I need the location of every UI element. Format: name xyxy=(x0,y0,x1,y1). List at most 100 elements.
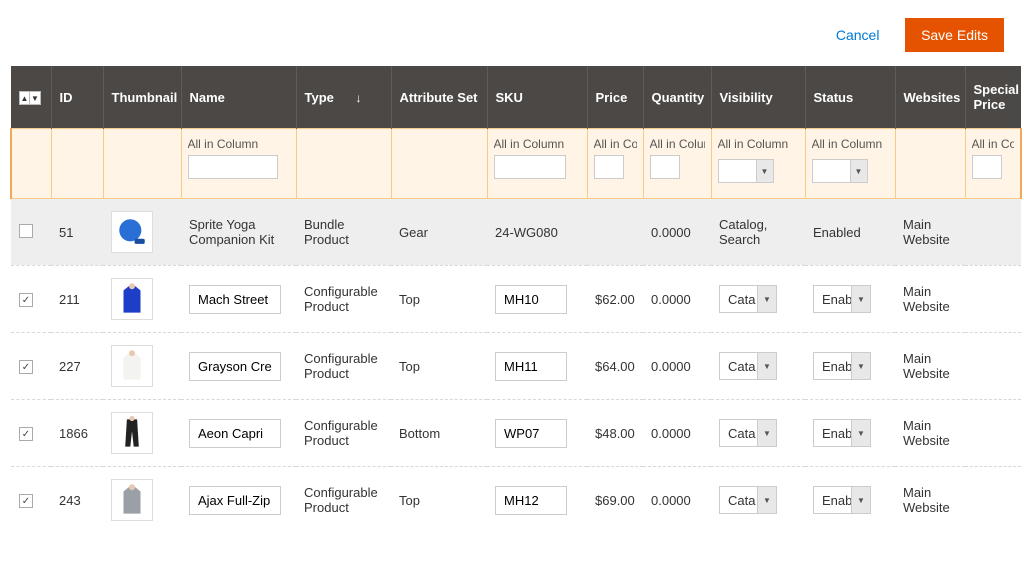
header-name[interactable]: Name xyxy=(181,66,296,129)
header-select-all[interactable]: ▲▼ xyxy=(11,66,51,129)
save-edits-button[interactable]: Save Edits xyxy=(905,18,1004,52)
status-select[interactable]: Enab▼ xyxy=(813,285,871,313)
cell-websites: Main Website xyxy=(895,199,965,266)
cell-quantity: 0.0000 xyxy=(643,400,711,467)
filter-special-price-input[interactable] xyxy=(972,155,1002,179)
visibility-select[interactable]: Cata▼ xyxy=(719,285,777,313)
filter-qty-input[interactable] xyxy=(650,155,680,179)
row-checkbox[interactable]: ✓ xyxy=(19,494,33,508)
cell-websites: Main Website xyxy=(895,333,965,400)
cell-visibility: Cata▼ xyxy=(711,266,805,333)
name-input[interactable] xyxy=(189,352,281,381)
header-visibility[interactable]: Visibility xyxy=(711,66,805,129)
filter-name-input[interactable] xyxy=(188,155,278,179)
visibility-select[interactable]: Cata▼ xyxy=(719,419,777,447)
visibility-select[interactable]: Cata▼ xyxy=(719,486,777,514)
table-row: ✓211Configurable ProductTop$62.000.0000C… xyxy=(11,266,1021,333)
cell-sku xyxy=(487,333,587,400)
name-input[interactable] xyxy=(189,486,281,515)
chevron-down-icon[interactable]: ▼ xyxy=(851,486,871,514)
row-checkbox[interactable]: ✓ xyxy=(19,427,33,441)
cell-status: Enab▼ xyxy=(805,333,895,400)
cell-name xyxy=(181,400,296,467)
sku-input[interactable] xyxy=(495,285,567,314)
chevron-down-icon[interactable]: ▼ xyxy=(851,419,871,447)
table-row: ✓243Configurable ProductTop$69.000.0000C… xyxy=(11,467,1021,534)
row-checkbox[interactable] xyxy=(19,224,33,238)
cell-price: $48.00 xyxy=(587,400,643,467)
filter-sku-input[interactable] xyxy=(494,155,566,179)
cell-price xyxy=(587,199,643,266)
chevron-down-icon[interactable]: ▼ xyxy=(757,285,777,313)
cell-special-price xyxy=(965,467,1021,534)
cell-type: Bundle Product xyxy=(296,199,391,266)
sku-input[interactable] xyxy=(495,352,567,381)
cell-attribute-set: Bottom xyxy=(391,400,487,467)
cell-attribute-set: Top xyxy=(391,333,487,400)
product-thumbnail[interactable] xyxy=(111,479,153,521)
filter-label: All in Column xyxy=(494,137,581,151)
cell-price: $64.00 xyxy=(587,333,643,400)
chevron-down-icon[interactable]: ▼ xyxy=(757,419,777,447)
header-websites[interactable]: Websites xyxy=(895,66,965,129)
cell-visibility: Cata▼ xyxy=(711,333,805,400)
cell-status: Enab▼ xyxy=(805,467,895,534)
table-row: 51Sprite Yoga Companion KitBundle Produc… xyxy=(11,199,1021,266)
cell-name xyxy=(181,266,296,333)
filter-visibility-select[interactable]: ▼ xyxy=(718,159,774,183)
header-quantity[interactable]: Quantity xyxy=(643,66,711,129)
product-thumbnail[interactable] xyxy=(111,412,153,454)
header-attribute-set[interactable]: Attribute Set xyxy=(391,66,487,129)
filter-price-input[interactable] xyxy=(594,155,624,179)
filter-label: All in Column xyxy=(650,137,705,151)
chevron-down-icon[interactable]: ▼ xyxy=(850,159,868,183)
status-select[interactable]: Enab▼ xyxy=(813,486,871,514)
status-select[interactable]: Enab▼ xyxy=(813,352,871,380)
cell-special-price xyxy=(965,266,1021,333)
chevron-down-icon[interactable]: ▼ xyxy=(851,285,871,313)
cell-sku: 24-WG080 xyxy=(487,199,587,266)
cell-id: 211 xyxy=(51,266,103,333)
header-sku[interactable]: SKU xyxy=(487,66,587,129)
cell-attribute-set: Top xyxy=(391,467,487,534)
name-input[interactable] xyxy=(189,419,281,448)
header-id[interactable]: ID xyxy=(51,66,103,129)
product-thumbnail[interactable] xyxy=(111,211,153,253)
filter-label: All in Column xyxy=(812,137,889,151)
product-thumbnail[interactable] xyxy=(111,345,153,387)
cell-id: 243 xyxy=(51,467,103,534)
filter-special-price-cell: All in Column xyxy=(965,129,1021,199)
chevron-down-icon[interactable]: ▼ xyxy=(756,159,774,183)
header-thumbnail[interactable]: Thumbnail xyxy=(103,66,181,129)
cell-visibility: Cata▼ xyxy=(711,467,805,534)
chevron-down-icon[interactable]: ▼ xyxy=(757,486,777,514)
select-all-toggle[interactable]: ▲▼ xyxy=(19,91,41,105)
product-thumbnail[interactable] xyxy=(111,278,153,320)
cell-special-price xyxy=(965,333,1021,400)
sku-input[interactable] xyxy=(495,486,567,515)
row-checkbox[interactable]: ✓ xyxy=(19,360,33,374)
cell-quantity: 0.0000 xyxy=(643,467,711,534)
table-header-row: ▲▼ ID Thumbnail Name Type ↓ Attribute Se… xyxy=(11,66,1021,129)
name-input[interactable] xyxy=(189,285,281,314)
filter-status-select[interactable]: ▼ xyxy=(812,159,868,183)
cell-quantity: 0.0000 xyxy=(643,266,711,333)
table-row: ✓1866Configurable ProductBottom$48.000.0… xyxy=(11,400,1021,467)
header-special-price[interactable]: Special Price xyxy=(965,66,1021,129)
filter-label: All in Column xyxy=(718,137,799,151)
header-type[interactable]: Type ↓ xyxy=(296,66,391,129)
chevron-down-icon[interactable]: ▼ xyxy=(851,352,871,380)
row-checkbox[interactable]: ✓ xyxy=(19,293,33,307)
sku-input[interactable] xyxy=(495,419,567,448)
header-status[interactable]: Status xyxy=(805,66,895,129)
cancel-button[interactable]: Cancel xyxy=(830,26,886,44)
cell-special-price xyxy=(965,199,1021,266)
cell-id: 51 xyxy=(51,199,103,266)
cell-sku xyxy=(487,467,587,534)
cell-price: $62.00 xyxy=(587,266,643,333)
header-price[interactable]: Price xyxy=(587,66,643,129)
cell-websites: Main Website xyxy=(895,400,965,467)
chevron-down-icon[interactable]: ▼ xyxy=(757,352,777,380)
visibility-select[interactable]: Cata▼ xyxy=(719,352,777,380)
status-select[interactable]: Enab▼ xyxy=(813,419,871,447)
